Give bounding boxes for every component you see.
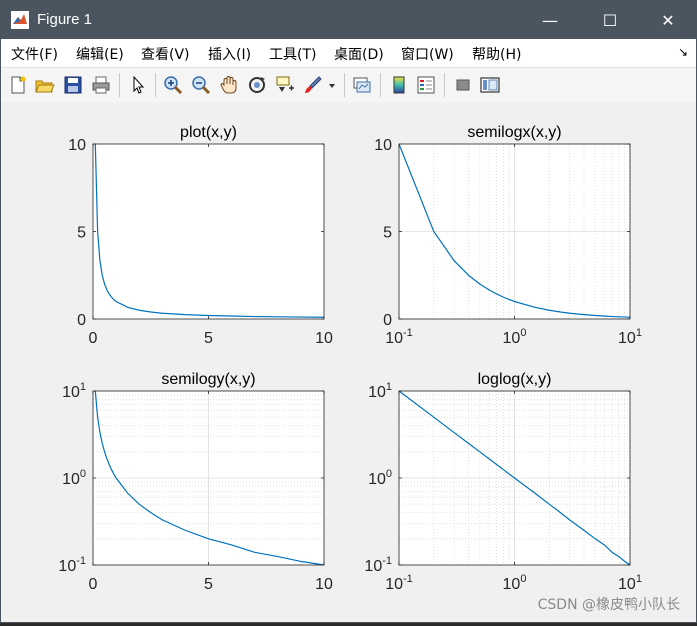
y-tick-label: 0 — [77, 312, 86, 329]
subplot-4: 10-1 100 101 10-1 100 101 loglog(x,y) — [364, 371, 642, 593]
maximize-button[interactable]: ☐ — [581, 1, 639, 39]
x-tick-label: 101 — [618, 327, 642, 347]
colorbar-icon[interactable] — [388, 74, 410, 96]
menu-help[interactable]: 帮助(H) — [472, 44, 521, 64]
subplot-title: semilogy(x,y) — [161, 371, 255, 388]
x-tick-label: 5 — [204, 330, 213, 347]
rotate-3d-icon[interactable] — [246, 74, 268, 96]
open-file-icon[interactable] — [33, 74, 55, 96]
x-tick-label: 5 — [204, 576, 213, 593]
figure-canvas[interactable]: 0 5 10 0 5 10 plot(x,y) 10-1 100 101 0 5 10 semilogx(… — [1, 102, 696, 622]
close-icon: ✕ — [661, 10, 675, 30]
subplot-2: 10-1 100 101 0 5 10 semilogx(x,y) — [374, 124, 642, 347]
save-icon[interactable] — [62, 74, 84, 96]
minimize-button[interactable]: — — [521, 1, 579, 39]
x-tick-label: 10-1 — [385, 573, 413, 593]
maximize-icon: ☐ — [602, 10, 618, 30]
minimize-icon: — — [542, 10, 558, 30]
subplot-grid: 0 5 100510plot(x,y)10-1 100 1010510semilogx(… — [58, 124, 642, 593]
subplot-title: loglog(x,y) — [478, 371, 552, 388]
menu-desktop[interactable]: 桌面(D) — [334, 44, 384, 64]
x-tick-label: 100 — [503, 327, 527, 347]
y-tick-label: 101 — [62, 381, 86, 401]
x-tick-label: 0 — [89, 576, 98, 593]
matlab-icon — [11, 11, 29, 29]
subplot-3: 0 5 10 10-1 100 101 semilogy(x,y) — [58, 371, 333, 593]
title-bar[interactable]: Figure 1 — ☐ ✕ — [1, 1, 696, 39]
dock-arrow-icon[interactable]: ↘ — [678, 45, 688, 59]
menu-tools[interactable]: 工具(T) — [269, 44, 316, 64]
menu-window[interactable]: 窗口(W) — [401, 44, 454, 64]
subplot-title: plot(x,y) — [180, 124, 237, 141]
subplot-title: semilogx(x,y) — [467, 124, 561, 141]
x-tick-label: 101 — [618, 573, 642, 593]
menu-view[interactable]: 查看(V) — [141, 44, 190, 64]
brush-dropdown-icon[interactable] — [326, 74, 338, 96]
x-tick-label: 10 — [315, 576, 333, 593]
toolbar-separator — [344, 73, 345, 97]
brush-icon[interactable] — [302, 74, 324, 96]
x-tick-label: 10 — [315, 330, 333, 347]
x-tick-label: 100 — [503, 573, 527, 593]
zoom-in-icon[interactable] — [162, 74, 184, 96]
close-button[interactable]: ✕ — [639, 1, 697, 39]
y-tick-label: 5 — [77, 225, 86, 242]
y-tick-label: 10-1 — [364, 555, 392, 575]
y-tick-label: 101 — [368, 381, 392, 401]
y-tick-label: 10-1 — [58, 555, 86, 575]
legend-icon[interactable] — [415, 74, 437, 96]
x-tick-label: 0 — [89, 330, 98, 347]
y-tick-label: 10 — [68, 137, 86, 154]
edit-pointer-icon[interactable] — [127, 74, 149, 96]
watermark-text: CSDN @橡皮鸭小队长 — [537, 597, 680, 613]
subplot-1: 0 5 10 0 5 10 plot(x,y) — [68, 124, 333, 347]
x-tick-label: 10-1 — [385, 327, 413, 347]
axes-background — [93, 144, 324, 319]
menu-bar: 文件(F) 编辑(E) 查看(V) 插入(I) 工具(T) 桌面(D) 窗口(W… — [1, 39, 696, 67]
window-title: Figure 1 — [37, 11, 93, 28]
figure-window: Figure 1 — ☐ ✕ 文件(F) 编辑(E) 查看(V) 插入(I) 工… — [0, 0, 697, 623]
new-figure-icon[interactable] — [7, 74, 29, 96]
y-tick-label: 100 — [368, 468, 392, 488]
y-tick-label: 100 — [62, 468, 86, 488]
hide-plot-tools-icon[interactable] — [452, 74, 474, 96]
toolbar-separator — [444, 73, 445, 97]
y-tick-label: 5 — [383, 225, 392, 242]
print-icon[interactable] — [90, 74, 112, 96]
pan-hand-icon[interactable] — [218, 74, 240, 96]
menu-file[interactable]: 文件(F) — [11, 44, 58, 64]
toolbar-separator — [119, 73, 120, 97]
y-tick-label: 0 — [383, 312, 392, 329]
toolbar-separator — [155, 73, 156, 97]
menu-edit[interactable]: 编辑(E) — [76, 44, 124, 64]
figure-toolbar — [1, 67, 696, 103]
data-cursor-icon[interactable] — [274, 74, 296, 96]
link-plot-icon[interactable] — [351, 74, 373, 96]
menu-insert[interactable]: 插入(I) — [208, 44, 251, 64]
toolbar-separator — [380, 73, 381, 97]
zoom-out-icon[interactable] — [190, 74, 212, 96]
show-plot-tools-icon[interactable] — [479, 74, 501, 96]
y-tick-label: 10 — [374, 137, 392, 154]
